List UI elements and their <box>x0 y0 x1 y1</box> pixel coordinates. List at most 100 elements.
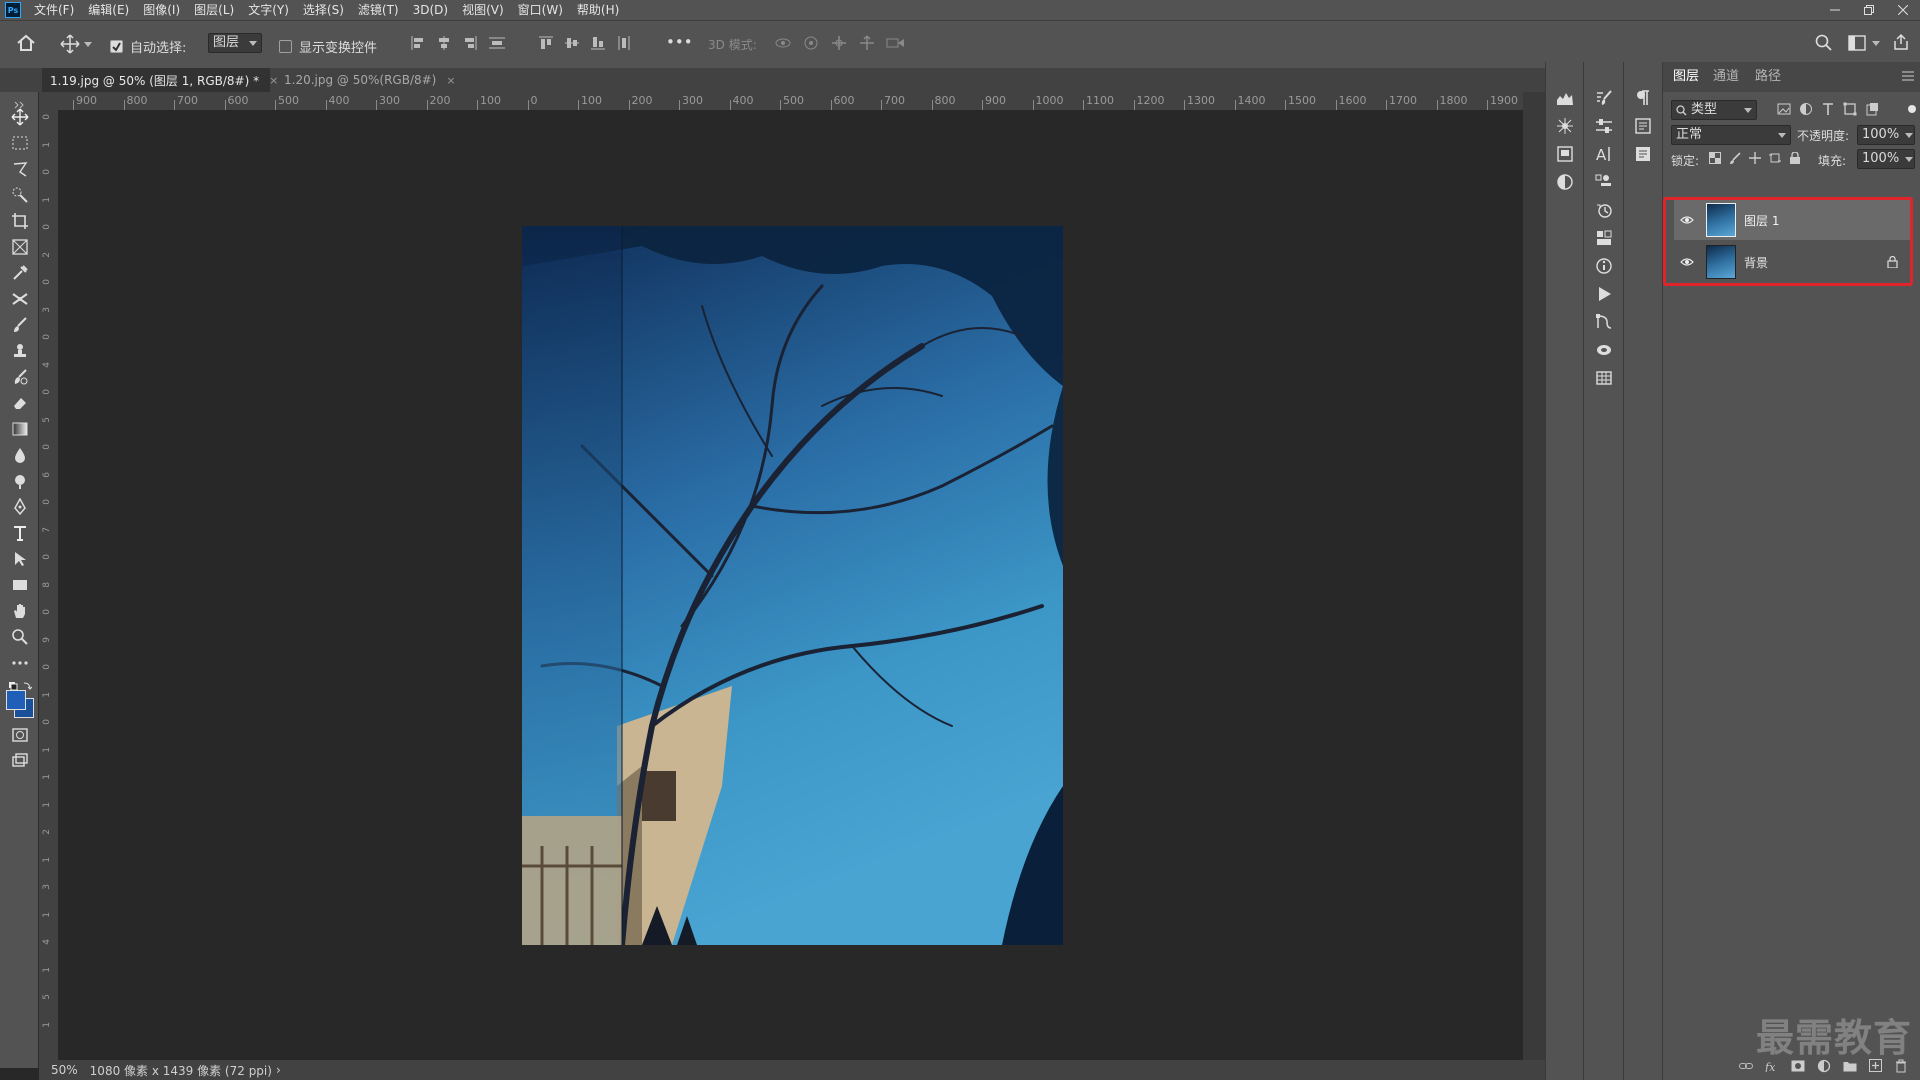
timeline-icon[interactable] <box>1584 366 1623 390</box>
eyedropper-tool-icon[interactable] <box>8 262 32 284</box>
history-icon[interactable] <box>1584 198 1623 222</box>
eraser-tool-icon[interactable] <box>8 392 32 414</box>
libraries-icon[interactable] <box>1546 142 1583 166</box>
blur-tool-icon[interactable] <box>8 444 32 466</box>
more-options-button[interactable]: ••• <box>666 33 693 51</box>
share-icon[interactable] <box>1892 33 1910 51</box>
menu-help[interactable]: 帮助(H) <box>570 0 626 20</box>
history-brush-tool-icon[interactable] <box>8 366 32 388</box>
lasso-tool-icon[interactable] <box>8 158 32 180</box>
distribute-horizontal-icon[interactable] <box>616 35 632 51</box>
search-icon[interactable] <box>1815 34 1833 52</box>
paragraph-icon[interactable] <box>1624 86 1662 110</box>
zoom-tool-icon[interactable] <box>8 626 32 648</box>
filter-type-icon[interactable] <box>1821 102 1835 116</box>
align-bottom-icon[interactable] <box>590 35 606 51</box>
menu-type[interactable]: 文字(Y) <box>241 0 296 20</box>
status-menu-arrow-icon[interactable]: › <box>276 1063 281 1077</box>
tab-layers[interactable]: 图层 <box>1673 62 1699 92</box>
path-selection-tool-icon[interactable] <box>8 548 32 570</box>
close-tab-icon[interactable]: × <box>446 74 455 87</box>
crop-tool-icon[interactable] <box>8 210 32 232</box>
blend-mode-dropdown[interactable]: 正常 <box>1671 125 1791 145</box>
tab-document-1-20[interactable]: 1.20.jpg @ 50%(RGB/8#) × <box>276 68 456 92</box>
zoom-level[interactable]: 50% <box>51 1063 78 1077</box>
clone-source-icon[interactable] <box>1584 170 1623 194</box>
clone-stamp-tool-icon[interactable] <box>8 340 32 362</box>
healing-brush-tool-icon[interactable] <box>8 288 32 310</box>
3d-panel-icon[interactable] <box>1584 338 1623 362</box>
frame-tool-icon[interactable] <box>8 236 32 258</box>
gradient-tool-icon[interactable] <box>8 418 32 440</box>
lock-image-pixels-icon[interactable] <box>1729 152 1741 164</box>
home-icon[interactable] <box>16 34 36 52</box>
color-swatches-icon[interactable] <box>1584 226 1623 250</box>
adjustments-icon[interactable] <box>1546 170 1583 194</box>
opacity-field[interactable]: 100% <box>1857 125 1915 145</box>
lock-position-icon[interactable] <box>1749 152 1761 164</box>
align-top-icon[interactable] <box>538 35 554 51</box>
menu-edit[interactable]: 编辑(E) <box>81 0 136 20</box>
horizontal-ruler[interactable]: 900 800 700 600 500 400 300 200 100 0 100 200 300 400… <box>58 92 1523 111</box>
navigator-icon[interactable] <box>1546 114 1583 138</box>
edit-toolbar-icon[interactable] <box>8 652 32 674</box>
document-image[interactable] <box>522 226 1063 945</box>
close-window-button[interactable] <box>1886 0 1920 20</box>
paths-icon[interactable] <box>1584 310 1623 334</box>
panel-menu-icon[interactable] <box>1902 71 1914 81</box>
3d-orbit-icon[interactable] <box>774 35 792 51</box>
screen-mode-icon[interactable] <box>8 750 32 772</box>
dodge-tool-icon[interactable] <box>8 470 32 492</box>
menu-view[interactable]: 视图(V) <box>455 0 511 20</box>
filter-pixel-icon[interactable] <box>1777 102 1791 116</box>
rectangle-tool-icon[interactable] <box>8 574 32 596</box>
restore-button[interactable] <box>1852 0 1886 20</box>
link-layers-icon[interactable] <box>1739 1061 1753 1071</box>
brush-settings-icon[interactable] <box>1584 86 1623 110</box>
character-styles-icon[interactable] <box>1624 142 1662 166</box>
character-icon[interactable]: A <box>1584 142 1623 166</box>
canvas-area[interactable] <box>58 110 1523 1060</box>
type-tool-icon[interactable] <box>8 522 32 544</box>
filter-toggle-icon[interactable] <box>1907 104 1917 114</box>
hand-tool-icon[interactable] <box>8 600 32 622</box>
layer-filter-dropdown[interactable]: 类型 <box>1671 100 1757 120</box>
menu-window[interactable]: 窗口(W) <box>511 0 570 20</box>
auto-select-checkbox[interactable]: 自动选择: <box>110 37 186 56</box>
pen-tool-icon[interactable] <box>8 496 32 518</box>
tab-channels[interactable]: 通道 <box>1713 62 1739 92</box>
brush-tool-icon[interactable] <box>8 314 32 336</box>
move-tool-icon[interactable] <box>8 106 32 128</box>
lock-artboard-icon[interactable] <box>1769 152 1781 164</box>
quick-selection-tool-icon[interactable] <box>8 184 32 206</box>
vertical-ruler[interactable]: 0 1 0 1 0 2 0 3 0 4 0 5 0 6 0 7 0 8 0 9 0 1 0 1 1 1 2 1 3 1 4 1 5 1 <box>39 110 59 1068</box>
align-right-icon[interactable] <box>462 35 478 51</box>
vertical-scrollbar[interactable] <box>1523 92 1545 1060</box>
foreground-color-swatch[interactable] <box>6 690 26 710</box>
properties-icon[interactable] <box>1584 114 1623 138</box>
3d-roll-icon[interactable] <box>802 35 820 51</box>
lock-all-icon[interactable] <box>1789 152 1801 164</box>
paragraph-styles-icon[interactable] <box>1624 114 1662 138</box>
histogram-icon[interactable] <box>1546 86 1583 110</box>
menu-layer[interactable]: 图层(L) <box>187 0 241 20</box>
show-transform-checkbox[interactable]: 显示变换控件 <box>279 37 377 56</box>
menu-image[interactable]: 图像(I) <box>136 0 187 20</box>
align-left-icon[interactable] <box>410 35 426 51</box>
distribute-vertical-icon[interactable] <box>488 35 506 51</box>
info-icon[interactable] <box>1584 254 1623 278</box>
align-hcenter-icon[interactable] <box>436 35 452 51</box>
menu-file[interactable]: 文件(F) <box>27 0 81 20</box>
actions-play-icon[interactable] <box>1584 282 1623 306</box>
filter-adjustment-icon[interactable] <box>1799 102 1813 116</box>
menu-select[interactable]: 选择(S) <box>296 0 351 20</box>
auto-select-dropdown[interactable]: 图层 <box>208 33 262 53</box>
menu-3d[interactable]: 3D(D) <box>406 0 455 20</box>
quick-mask-icon[interactable] <box>8 724 32 746</box>
filter-smart-object-icon[interactable] <box>1865 102 1879 116</box>
align-vcenter-icon[interactable] <box>564 35 580 51</box>
filter-shape-icon[interactable] <box>1843 102 1857 116</box>
minimize-button[interactable] <box>1818 0 1852 20</box>
marquee-tool-icon[interactable] <box>8 132 32 154</box>
fill-field[interactable]: 100% <box>1857 149 1915 169</box>
